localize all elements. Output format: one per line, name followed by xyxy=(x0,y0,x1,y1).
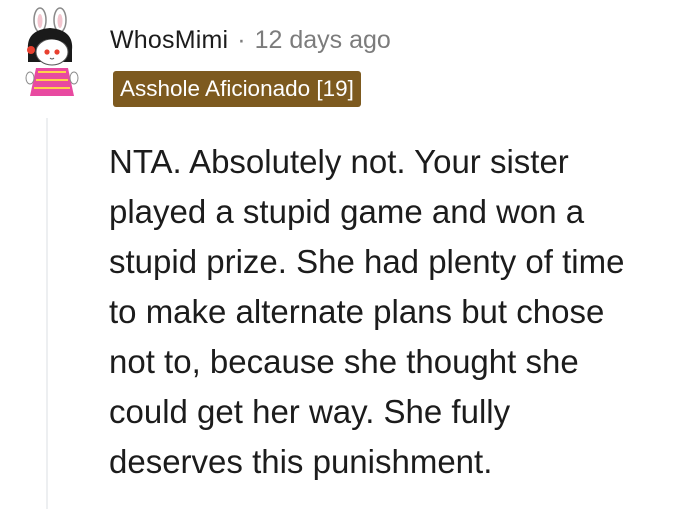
user-flair-text: Asshole Aficionado [19] xyxy=(120,76,354,101)
comment-body-line: to make alternate plans but chose xyxy=(109,293,605,330)
thread-collapse-line[interactable] xyxy=(46,118,48,509)
user-flair: Asshole Aficionado [19] xyxy=(113,71,361,107)
comment-body-line: NTA. Absolutely not. Your sister xyxy=(109,143,569,180)
user-avatar[interactable] xyxy=(16,6,88,102)
comment-timestamp[interactable]: 12 days ago xyxy=(255,26,391,55)
comment: WhosMimi · 12 days ago Asshole Aficionad… xyxy=(0,0,700,509)
meta-separator: · xyxy=(237,25,246,54)
author-username[interactable]: WhosMimi xyxy=(110,26,228,55)
comment-body-line: deserves this punishment. xyxy=(109,443,493,480)
comment-body-line: not to, because she thought she xyxy=(109,343,579,380)
comment-body-line: stupid prize. She had plenty of time xyxy=(109,243,625,280)
comment-body: NTA. Absolutely not. Your sister played … xyxy=(109,137,700,487)
comment-body-line: played a stupid game and won a xyxy=(109,193,585,230)
comment-body-line: could get her way. She fully xyxy=(109,393,511,430)
snoo-bunny-avatar-icon xyxy=(25,7,79,96)
comment-header: WhosMimi · 12 days ago xyxy=(110,22,391,58)
